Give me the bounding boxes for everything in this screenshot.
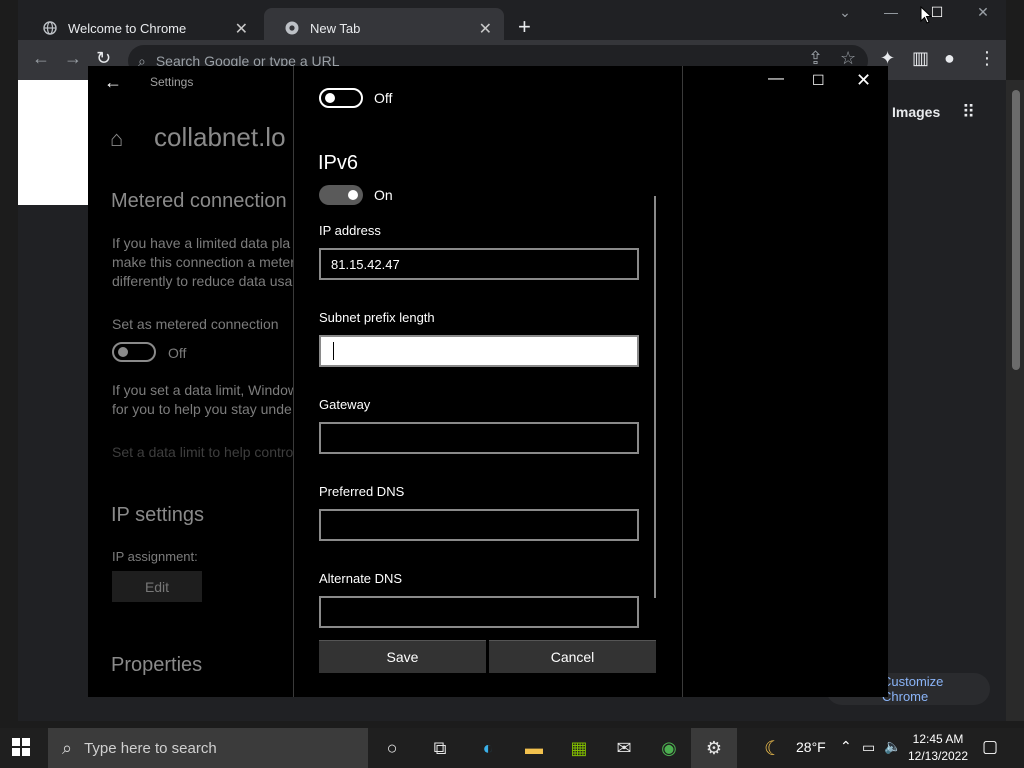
- menu-icon[interactable]: ⋮: [978, 48, 996, 69]
- subnet-prefix-label: Subnet prefix length: [319, 310, 435, 325]
- metered-heading: Metered connection: [111, 190, 287, 212]
- close-tab-icon[interactable]: ✕: [479, 19, 492, 39]
- settings-taskbar-icon[interactable]: ⚙: [691, 728, 737, 768]
- metered-toggle[interactable]: [112, 342, 156, 362]
- alternate-dns-field[interactable]: [319, 596, 639, 628]
- network-name: collabnet.lo: [154, 122, 286, 152]
- save-button[interactable]: Save: [319, 640, 486, 673]
- alternate-dns-label: Alternate DNS: [319, 571, 403, 586]
- search-icon: ⌕: [62, 737, 73, 758]
- ip-address-field[interactable]: 81.15.42.47: [319, 248, 639, 280]
- window-title: Settings: [150, 75, 194, 89]
- chrome-icon: [284, 20, 300, 36]
- task-view-icon[interactable]: ⧉: [417, 728, 463, 768]
- gateway-field[interactable]: [319, 422, 639, 454]
- forward-icon[interactable]: →: [64, 48, 82, 69]
- clock[interactable]: 12:45 AM 12/13/2022: [898, 731, 978, 765]
- dialog-scrollbar[interactable]: [654, 196, 656, 598]
- metered-toggle-state: Off: [168, 345, 187, 361]
- subnet-prefix-field[interactable]: [319, 335, 639, 367]
- maximize-icon[interactable]: ☐: [812, 72, 825, 89]
- edge-icon[interactable]: ◐: [465, 728, 511, 768]
- data-limit-description: If you set a data limit, Window for you …: [112, 382, 298, 417]
- ipv4-toggle-state: Off: [374, 90, 393, 106]
- ip-assignment-label: IP assignment:: [112, 549, 198, 564]
- mail-icon[interactable]: ✉: [601, 728, 647, 768]
- preferred-dns-label: Preferred DNS: [319, 484, 405, 499]
- ip-address-label: IP address: [319, 223, 381, 238]
- ipv6-toggle[interactable]: [319, 185, 363, 205]
- tab-label: Welcome to Chrome: [68, 20, 187, 36]
- ipv6-toggle-state: On: [374, 187, 393, 203]
- cortana-icon[interactable]: ○: [369, 728, 415, 768]
- temperature[interactable]: 28°F: [796, 739, 826, 755]
- home-icon: ⌂: [110, 126, 124, 151]
- data-limit-link[interactable]: Set a data limit to help contro: [112, 443, 312, 462]
- notifications-icon[interactable]: ▢: [982, 737, 998, 757]
- cancel-button[interactable]: Cancel: [489, 640, 656, 673]
- minimize-icon[interactable]: —: [768, 70, 784, 88]
- profile-icon[interactable]: ●: [944, 48, 955, 69]
- network-icon[interactable]: ▭: [862, 739, 875, 756]
- ipv6-heading: IPv6: [318, 152, 359, 174]
- show-hidden-icons-icon[interactable]: ⌃: [840, 738, 852, 755]
- page-scrollbar-thumb[interactable]: [1012, 90, 1020, 370]
- close-icon[interactable]: ✕: [856, 70, 871, 91]
- clock-date: 12/13/2022: [907, 749, 969, 763]
- side-panel-icon[interactable]: ▥: [912, 48, 929, 69]
- ip-settings-heading: IP settings: [111, 504, 205, 526]
- preferred-dns-field[interactable]: [319, 509, 639, 541]
- close-window-icon[interactable]: ✕: [960, 4, 1006, 21]
- apps-grid-icon[interactable]: ⠿: [962, 102, 975, 123]
- ipv4-toggle[interactable]: [319, 88, 363, 108]
- taskbar-search-box[interactable]: ⌕ Type here to search: [48, 728, 368, 768]
- page-background-strip: [18, 80, 88, 205]
- set-metered-label: Set as metered connection: [112, 316, 279, 332]
- back-arrow-icon[interactable]: ←: [104, 72, 122, 93]
- mouse-cursor-icon: [920, 5, 933, 29]
- store-icon[interactable]: ▦: [556, 728, 602, 768]
- taskbar-search-placeholder: Type here to search: [84, 739, 217, 757]
- properties-heading: Properties: [111, 654, 203, 676]
- edit-button[interactable]: Edit: [112, 571, 202, 602]
- chrome-taskbar-icon[interactable]: ◉: [646, 728, 692, 768]
- images-link[interactable]: Images: [892, 104, 940, 120]
- tab-search-icon[interactable]: ⌄: [822, 4, 868, 21]
- clock-time: 12:45 AM: [912, 732, 964, 746]
- tab-label: New Tab: [310, 20, 361, 36]
- windows-start-icon[interactable]: [12, 738, 30, 761]
- new-tab-icon[interactable]: +: [518, 14, 531, 40]
- gateway-label: Gateway: [319, 397, 371, 412]
- weather-moon-icon: ☾: [764, 738, 782, 760]
- minimize-icon[interactable]: —: [868, 4, 914, 20]
- text-caret: [333, 342, 334, 360]
- metered-description: If you have a limited data pla make this…: [112, 235, 295, 289]
- ip-address-value: 81.15.42.47: [331, 256, 400, 272]
- edit-ip-dialog: Off IPv6 On IP address 81.15.42.47 Subne…: [293, 66, 683, 697]
- globe-icon: [42, 20, 58, 36]
- taskbar: ⌕ Type here to search ○ ⧉ ◐ ▬ ▦ ✉ ◉ ⚙ ☾ …: [0, 728, 1024, 768]
- file-explorer-icon[interactable]: ▬: [511, 728, 557, 768]
- back-icon[interactable]: ←: [32, 48, 50, 69]
- close-tab-icon[interactable]: ✕: [235, 19, 248, 39]
